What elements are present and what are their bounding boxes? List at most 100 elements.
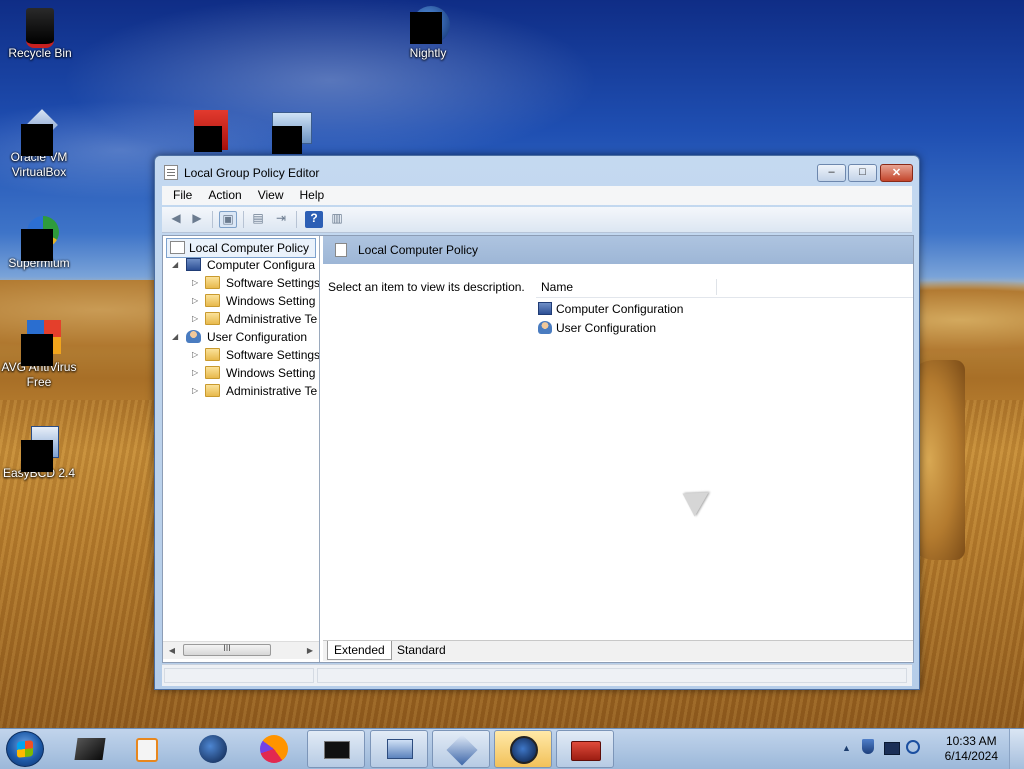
details-pane-header: Local Computer Policy [323,236,913,264]
tree-item-computer-windows-settings[interactable]: ▷ Windows Setting [163,292,319,310]
tree-item-local-computer-policy[interactable]: Local Computer Policy [166,238,316,258]
tree-item-user-administrative-templates[interactable]: ▷ Administrative Te [163,382,319,400]
tree-item-label: Windows Setting [226,294,316,308]
properties-button[interactable]: ▤ [249,211,267,228]
tree-item-computer-configuration[interactable]: ◢ Computer Configura [163,256,319,274]
firefox-icon [260,735,288,763]
desktop-icon-label: Recycle Bin [8,46,72,60]
expand-arrow-icon[interactable]: ▷ [192,364,202,382]
nightly-icon [410,6,450,44]
show-hide-console-tree-button[interactable]: ▣ [219,211,237,228]
taskbar-app-black-box[interactable] [62,730,120,768]
show-desktop-button[interactable] [1009,729,1024,769]
security-shield-icon[interactable] [862,739,874,754]
column-name-label[interactable]: Name [541,280,573,294]
view-tabs: Extended Standard [323,640,913,661]
list-column-header[interactable]: Name [536,277,913,298]
export-list-button[interactable]: ⇥ [272,211,290,228]
globe-app-icon [510,736,538,764]
desktop-icon-label: Nightly [409,46,447,60]
taskbar-app-media-player[interactable] [120,730,178,768]
minimize-button[interactable]: – [817,164,846,182]
taskbar-app-nightly[interactable] [184,730,242,768]
expand-arrow-icon[interactable]: ▷ [192,274,202,292]
taskbar-app-window-1[interactable] [307,730,365,768]
scroll-left-icon[interactable]: ◀ [165,643,179,658]
display-icon[interactable] [884,742,900,755]
taskbar-app-firefox[interactable] [245,730,303,768]
toolbar-separator [296,211,297,228]
desktop-icon-avg-antivirus[interactable]: AVG AntiVirus Free [0,320,79,390]
tab-extended[interactable]: Extended [327,641,392,660]
tab-standard[interactable]: Standard [391,641,452,659]
maximize-icon: □ [859,166,866,178]
expand-arrow-icon[interactable]: ▷ [192,292,202,310]
desktop-icon-supermium[interactable]: Supermium [0,216,79,271]
close-button[interactable]: ✕ [880,164,913,182]
menu-view[interactable]: View [247,186,289,202]
content-area: Local Computer Policy ◢ Computer Configu… [162,235,914,663]
tree-item-computer-software-settings[interactable]: ▷ Software Settings [163,274,319,292]
network-icon[interactable] [906,740,920,754]
column-divider[interactable] [716,279,717,295]
tree-item-user-configuration[interactable]: ◢ User Configuration [163,328,319,346]
tree-horizontal-scrollbar[interactable]: ◀ III ▶ [163,641,319,659]
policy-document-icon [335,243,347,257]
tree-item-label: User Configuration [207,330,308,344]
expand-arrow-icon[interactable]: ▷ [192,382,202,400]
desktop-icon-recycle-bin[interactable]: Recycle Bin [0,6,80,61]
tree-item-computer-administrative-templates[interactable]: ▷ Administrative Te [163,310,319,328]
toolbar: ◀ ▶ ▣ ▤ ⇥ ? ▥ [162,207,912,233]
start-button[interactable] [6,731,44,767]
tree-item-label: Administrative Te [226,384,318,398]
desktop-icon-easybcd[interactable]: EasyBCD 2.4 [0,426,79,481]
title-bar[interactable]: Local Group Policy Editor – □ ✕ [155,156,919,186]
toolbox-icon [571,741,601,761]
taskbar-app-active-globe[interactable] [494,730,552,768]
menu-action[interactable]: Action [197,186,246,202]
tree-item-user-software-settings[interactable]: ▷ Software Settings [163,346,319,364]
expand-arrow-icon[interactable]: ▷ [192,346,202,364]
easybcd-icon [21,426,59,472]
desktop-icon-unlabeled-pdf[interactable] [160,110,240,152]
folder-icon [205,384,220,397]
windows-logo-icon [17,740,33,758]
back-arrow-icon: ◀ [171,211,181,225]
group-policy-editor-window[interactable]: Local Group Policy Editor – □ ✕ File Acti… [154,155,920,690]
scrollbar-thumb[interactable]: III [183,643,271,656]
back-button[interactable]: ◀ [167,211,185,228]
forward-button[interactable]: ▶ [188,211,206,228]
folder-icon [205,348,220,361]
menu-help[interactable]: Help [289,186,330,202]
toolbar-separator [243,211,244,228]
virtualbox-icon [21,109,58,156]
tree-item-label: Windows Setting [226,366,316,380]
forward-arrow-icon: ▶ [192,211,202,225]
help-button[interactable]: ? [305,211,323,228]
details-pane-title: Local Computer Policy [358,243,479,257]
menu-file[interactable]: File [162,186,197,202]
list-item-label: Computer Configuration [556,302,684,316]
desktop-icon-unlabeled-monitor[interactable] [238,112,318,154]
clock[interactable]: 10:33 AM 6/14/2024 [945,734,998,764]
folder-icon [205,312,220,325]
computer-icon [538,302,552,315]
collapse-arrow-icon[interactable]: ◢ [172,328,182,346]
expand-arrow-icon[interactable]: ▷ [192,310,202,328]
taskbar-app-toolbox[interactable] [556,730,614,768]
console-tree-icon: ▣ [222,212,234,226]
tree-item-user-windows-settings[interactable]: ▷ Windows Setting [163,364,319,382]
desktop-icon-virtualbox[interactable]: Oracle VM VirtualBox [0,109,79,180]
show-hide-action-pane-button[interactable]: ▥ [328,211,346,228]
maximize-button[interactable]: □ [848,164,877,182]
taskbar-app-virtualbox[interactable] [432,730,490,768]
show-hidden-icons-chevron-icon[interactable]: ▲ [842,743,851,753]
desktop-icon-nightly[interactable]: Nightly [388,6,468,61]
computer-management-icon [387,739,413,759]
taskbar-app-computer-management[interactable] [370,730,428,768]
media-player-icon [136,738,158,762]
window-title: Local Group Policy Editor [184,166,320,180]
scroll-right-icon[interactable]: ▶ [303,643,317,658]
collapse-arrow-icon[interactable]: ◢ [172,256,182,274]
nightly-globe-icon [199,735,227,763]
